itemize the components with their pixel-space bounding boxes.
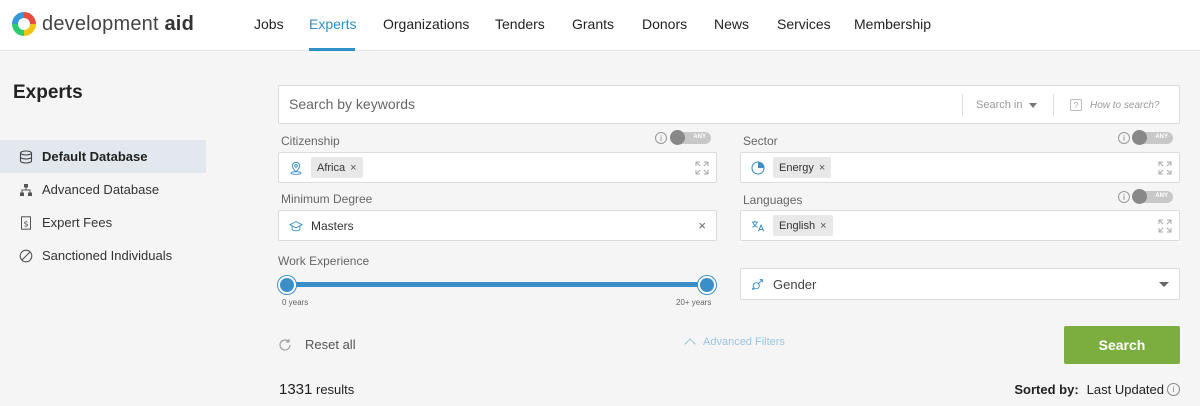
top-header: development aid Jobs Experts Organizatio… <box>0 0 1200 51</box>
sidebar-item-sanctioned-individuals[interactable]: Sanctioned Individuals <box>0 239 206 272</box>
chevron-up-icon <box>684 338 696 350</box>
search-button[interactable]: Search <box>1064 326 1180 364</box>
nav-membership[interactable]: Membership <box>854 16 931 32</box>
sidebar-item-expert-fees[interactable]: $ Expert Fees <box>0 206 206 239</box>
pie-chart-icon <box>751 160 765 175</box>
sector-label: Sector <box>743 134 778 148</box>
languages-field[interactable]: English × <box>740 210 1180 241</box>
sidebar-item-label: Expert Fees <box>42 215 113 230</box>
hierarchy-icon <box>19 183 33 197</box>
sidebar-item-advanced-database[interactable]: Advanced Database <box>0 173 206 206</box>
nav-organizations[interactable]: Organizations <box>383 16 469 32</box>
info-icon[interactable]: i <box>655 132 667 144</box>
info-icon[interactable]: i <box>1167 383 1180 396</box>
nav-news[interactable]: News <box>714 16 749 32</box>
citizenship-field[interactable]: Africa × <box>278 152 717 183</box>
translate-icon <box>751 219 765 233</box>
nav-tenders[interactable]: Tenders <box>495 16 545 32</box>
nav-experts[interactable]: Experts <box>309 16 356 32</box>
citizenship-label: Citizenship <box>281 134 340 148</box>
slider-min-handle[interactable] <box>278 276 296 294</box>
advanced-filters-toggle[interactable]: Advanced Filters <box>684 336 785 350</box>
caret-down-icon <box>1159 282 1169 287</box>
results-count: 1331 results <box>279 381 354 398</box>
keyword-search-box: Search in ? How to search? <box>278 85 1180 124</box>
work-experience-slider-track[interactable] <box>287 282 707 287</box>
toggle-label: ANY <box>1155 134 1168 140</box>
logo-mark-icon <box>12 12 36 36</box>
nav-grants[interactable]: Grants <box>572 16 614 32</box>
gender-select[interactable]: Gender <box>740 268 1180 300</box>
toggle-label: ANY <box>1155 193 1168 199</box>
toggle-knob <box>1132 189 1147 204</box>
results-label: results <box>316 382 355 397</box>
brand-logo[interactable]: development aid <box>12 12 194 36</box>
logo-text: development aid <box>42 12 194 35</box>
keyword-search-input[interactable] <box>289 96 909 112</box>
nav-services[interactable]: Services <box>777 16 831 32</box>
search-in-dropdown[interactable]: Search in <box>962 94 1038 116</box>
dollar-doc-icon: $ <box>19 215 33 230</box>
nav-active-indicator <box>309 48 355 51</box>
gender-placeholder: Gender <box>773 276 817 292</box>
sector-field[interactable]: Energy × <box>740 152 1180 183</box>
citizenship-any-toggle[interactable]: ANY <box>670 130 711 145</box>
how-to-search-link[interactable]: ? How to search? <box>1053 94 1159 116</box>
chip-label: English <box>779 219 816 232</box>
slider-min-label: 0 years <box>282 298 309 307</box>
remove-chip-icon[interactable]: × <box>820 220 826 232</box>
chip-label: Energy <box>779 161 814 174</box>
svg-text:$: $ <box>23 219 28 228</box>
reset-all-button[interactable]: Reset all <box>278 337 356 352</box>
languages-any-toggle[interactable]: ANY <box>1132 189 1173 204</box>
caret-down-icon <box>1029 102 1038 108</box>
sidebar-item-label: Advanced Database <box>42 182 160 197</box>
ban-icon <box>19 249 33 263</box>
results-number: 1331 <box>279 381 313 398</box>
graduation-cap-icon <box>289 219 303 233</box>
remove-chip-icon[interactable]: × <box>819 162 825 174</box>
citizenship-chip[interactable]: Africa × <box>311 157 363 178</box>
how-to-search-label: How to search? <box>1090 99 1160 111</box>
sidebar-item-label: Sanctioned Individuals <box>42 248 173 263</box>
refresh-icon <box>279 338 291 350</box>
chip-label: Africa <box>317 161 346 174</box>
database-icon <box>19 149 33 164</box>
minimum-degree-label: Minimum Degree <box>281 192 373 206</box>
nav-donors[interactable]: Donors <box>642 16 687 32</box>
reset-all-label: Reset all <box>305 337 356 352</box>
expand-icon[interactable] <box>1158 161 1172 175</box>
minimum-degree-value: Masters <box>311 218 354 233</box>
sidebar-item-label: Default Database <box>42 149 148 164</box>
work-experience-label: Work Experience <box>278 254 370 268</box>
gender-icon <box>751 277 765 291</box>
expand-icon[interactable] <box>1158 219 1172 233</box>
sidebar-title: Experts <box>13 82 83 103</box>
languages-chip[interactable]: English × <box>773 215 833 236</box>
minimum-degree-field[interactable]: Masters × <box>278 210 717 241</box>
nav-jobs[interactable]: Jobs <box>254 16 284 32</box>
help-icon: ? <box>1070 99 1082 111</box>
location-pin-icon <box>289 161 303 175</box>
expand-icon[interactable] <box>695 161 709 175</box>
search-in-label: Search in <box>976 99 1023 111</box>
toggle-knob <box>670 130 685 145</box>
sort-value-dropdown[interactable]: Last Updated <box>1087 382 1164 397</box>
toggle-label: ANY <box>693 134 706 140</box>
info-icon[interactable]: i <box>1118 132 1130 144</box>
sort-control: Sorted by: Last Updated i <box>1014 382 1180 397</box>
toggle-knob <box>1132 130 1147 145</box>
info-icon[interactable]: i <box>1118 191 1130 203</box>
sector-chip[interactable]: Energy × <box>773 157 832 178</box>
languages-label: Languages <box>743 193 803 207</box>
sidebar-item-default-database[interactable]: Default Database <box>0 140 206 173</box>
slider-max-handle[interactable] <box>698 276 716 294</box>
advanced-filters-label: Advanced Filters <box>703 336 785 348</box>
sort-label: Sorted by: <box>1014 382 1079 397</box>
slider-max-label: 20+ years <box>676 298 712 307</box>
sector-any-toggle[interactable]: ANY <box>1132 130 1173 145</box>
remove-chip-icon[interactable]: × <box>350 162 356 174</box>
clear-icon[interactable]: × <box>698 218 706 233</box>
